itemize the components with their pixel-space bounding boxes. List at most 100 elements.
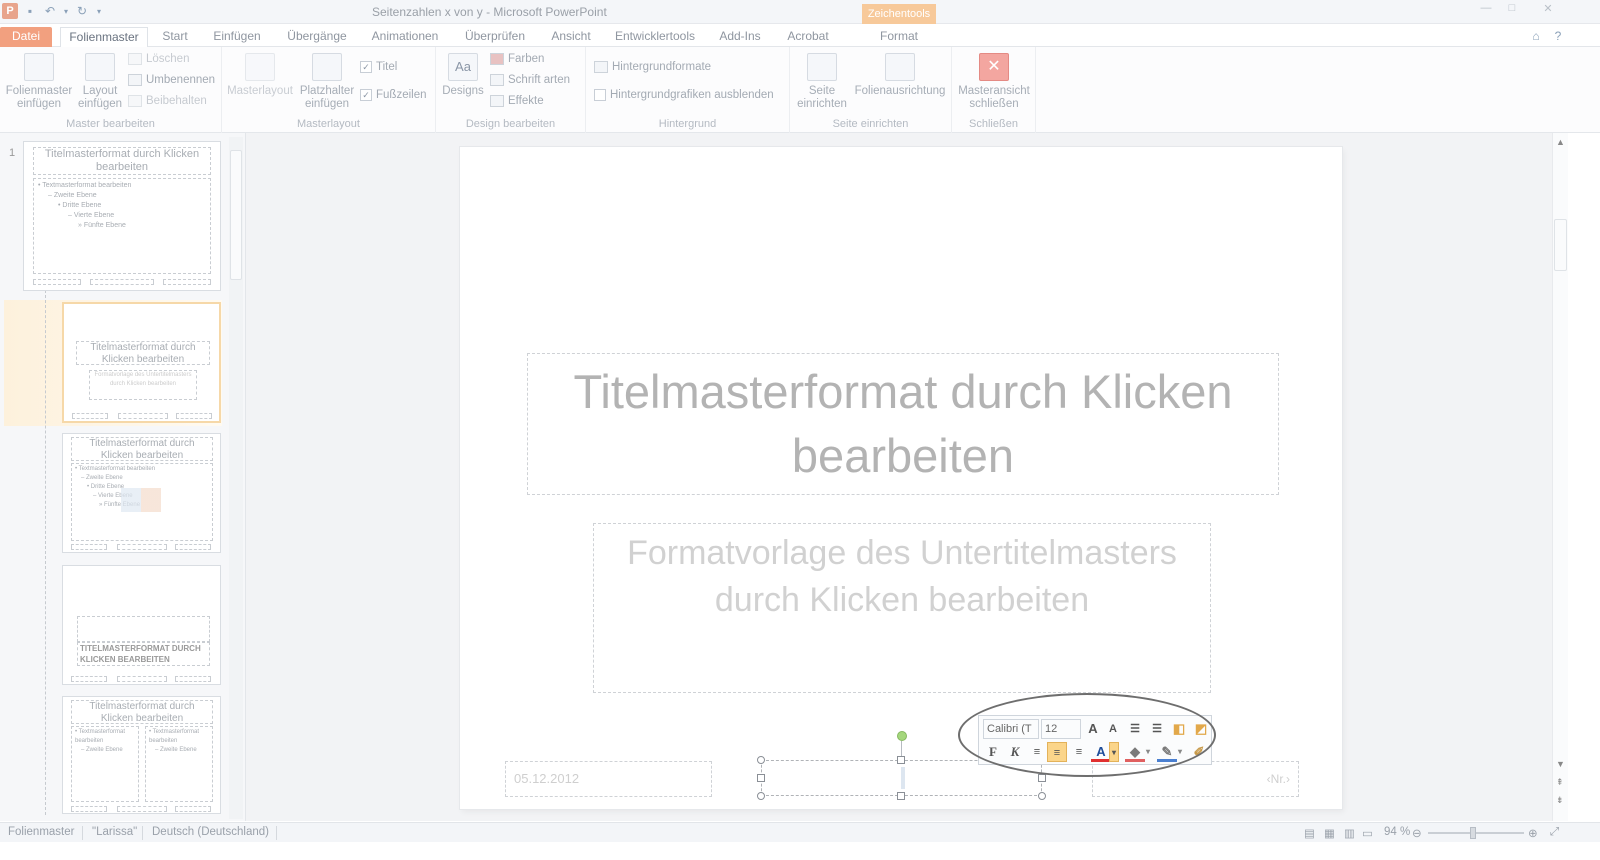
group-label: Design bearbeiten bbox=[465, 118, 556, 130]
thumbnail-scrollbar-thumb[interactable] bbox=[230, 150, 242, 280]
tab-entwicklertools[interactable]: Entwicklertools bbox=[608, 27, 702, 47]
redo-icon[interactable]: ↻ bbox=[74, 3, 90, 19]
maximize-icon[interactable]: □ bbox=[1500, 2, 1524, 18]
tab-folienmaster[interactable]: Folienmaster bbox=[60, 27, 148, 47]
body-line: • Textmasterformat bearbeiten bbox=[75, 729, 126, 744]
slide-scrollbar-thumb[interactable] bbox=[1554, 219, 1567, 271]
tab-acrobat[interactable]: Acrobat bbox=[778, 27, 838, 47]
titel-checkbox[interactable]: ✓ Titel bbox=[360, 61, 397, 73]
layout-einfuegen-button[interactable]: Layout einfügen bbox=[76, 53, 124, 111]
thumbnail-section-header-layout[interactable]: TITELMASTERFORMAT DURCH KLICKEN BEARBEIT… bbox=[62, 565, 221, 685]
group-label: Master bearbeiten bbox=[66, 118, 155, 130]
thumb-footer bbox=[71, 544, 107, 550]
designs-button[interactable]: Aa Designs bbox=[442, 53, 484, 98]
loeschen-button[interactable]: Löschen bbox=[128, 53, 189, 65]
tab-ansicht[interactable]: Ansicht bbox=[544, 27, 598, 47]
undo-dropdown-icon[interactable]: ▾ bbox=[62, 3, 70, 19]
slide-sorter-icon[interactable]: ▦ bbox=[1324, 826, 1335, 840]
layout-icon bbox=[85, 53, 115, 81]
fonts-icon bbox=[490, 74, 504, 86]
ribbon-tabs: Datei Folienmaster Start Einfügen Übergä… bbox=[0, 24, 1600, 47]
label: Fußzeilen bbox=[376, 89, 427, 101]
thumbnail-slide-master[interactable]: Titelmasterformat durch Klicken bearbeit… bbox=[23, 141, 221, 291]
schriftarten-button[interactable]: Schrift arten bbox=[490, 74, 570, 86]
platzhalter-einfuegen-button[interactable]: Platzhalter einfügen bbox=[296, 53, 358, 111]
minimize-ribbon-icon[interactable]: ⌂ bbox=[1528, 28, 1544, 44]
label: Hintergrundformate bbox=[612, 61, 712, 73]
date-placeholder[interactable]: 05.12.2012 bbox=[505, 761, 712, 797]
resize-handle-left[interactable] bbox=[757, 774, 765, 782]
tab-add-ins[interactable]: Add-Ins bbox=[712, 27, 768, 47]
resize-handle-bottom-right[interactable] bbox=[1038, 792, 1046, 800]
tab-einfuegen[interactable]: Einfügen bbox=[206, 27, 268, 47]
zoom-slider[interactable] bbox=[1428, 832, 1524, 834]
seite-einrichten-button[interactable]: Seite einrichten bbox=[794, 53, 850, 111]
body-line: – Zweite Ebene bbox=[81, 747, 123, 753]
undo-icon[interactable]: ↶ bbox=[42, 3, 58, 19]
resize-handle-bottom-left[interactable] bbox=[757, 792, 765, 800]
group-label: Seite einrichten bbox=[832, 118, 909, 130]
fusszeilen-checkbox[interactable]: ✓ Fußzeilen bbox=[360, 89, 427, 101]
body-line: – Zweite Ebene bbox=[48, 192, 97, 199]
thumb-footer bbox=[175, 806, 211, 812]
tab-uebergaenge[interactable]: Übergänge bbox=[280, 27, 354, 47]
fit-to-window-icon[interactable]: ⤢ bbox=[1550, 826, 1559, 839]
scroll-down-icon[interactable]: ▼ bbox=[1556, 759, 1565, 769]
folienmaster-einfuegen-button[interactable]: Folienmaster einfügen bbox=[4, 53, 74, 111]
status-language[interactable]: Deutsch (Deutschland) bbox=[152, 826, 269, 838]
resize-handle-top-left[interactable] bbox=[757, 756, 765, 764]
thumbnail-title-content-layout[interactable]: Titelmasterformat durch Klicken bearbeit… bbox=[62, 433, 221, 553]
resize-handle-right[interactable] bbox=[1038, 774, 1046, 782]
farben-button[interactable]: Farben bbox=[490, 53, 544, 65]
tab-animationen[interactable]: Animationen bbox=[364, 27, 446, 47]
powerpoint-logo-icon[interactable]: P bbox=[2, 3, 18, 19]
previous-slide-icon[interactable]: ⇞ bbox=[1556, 777, 1564, 788]
beibehalten-button[interactable]: Beibehalten bbox=[128, 95, 207, 107]
close-icon[interactable]: ✕ bbox=[1530, 2, 1566, 18]
hintergrundformate-button[interactable]: Hintergrundformate bbox=[594, 61, 711, 73]
customize-qat-icon[interactable]: ▾ bbox=[94, 3, 104, 19]
minimize-icon[interactable]: — bbox=[1474, 2, 1498, 18]
tab-ueberpruefen[interactable]: Überprüfen bbox=[456, 27, 534, 47]
zoom-out-icon[interactable]: ⊖ bbox=[1412, 826, 1422, 840]
save-icon[interactable]: ▪ bbox=[22, 3, 38, 19]
page-setup-icon bbox=[807, 53, 837, 81]
next-slide-icon[interactable]: ⇟ bbox=[1556, 795, 1564, 806]
thumb-footer bbox=[117, 806, 167, 812]
ribbon: Folienmaster einfügen Layout einfügen Lö… bbox=[0, 47, 1600, 133]
check-icon: ✓ bbox=[360, 61, 372, 73]
scroll-up-icon[interactable]: ▲ bbox=[1556, 137, 1565, 147]
subtitle-placeholder[interactable]: Formatvorlage des Untertitelmasters durc… bbox=[593, 523, 1211, 693]
resize-handle-top[interactable] bbox=[897, 756, 905, 764]
tab-format[interactable]: Format bbox=[860, 27, 938, 47]
rotation-handle[interactable] bbox=[897, 731, 907, 741]
help-icon[interactable]: ? bbox=[1550, 28, 1566, 44]
checkbox-icon bbox=[594, 89, 606, 101]
normal-view-icon[interactable]: ▤ bbox=[1304, 826, 1315, 840]
tab-start[interactable]: Start bbox=[152, 27, 198, 47]
umbenennen-button[interactable]: Umbenennen bbox=[128, 74, 215, 86]
effekte-button[interactable]: Effekte bbox=[490, 95, 544, 107]
slideshow-icon[interactable]: ▭ bbox=[1362, 826, 1373, 840]
zoom-level[interactable]: 94 % bbox=[1384, 826, 1410, 838]
annotation-ellipse bbox=[958, 693, 1216, 777]
tab-datei[interactable]: Datei bbox=[0, 27, 52, 47]
label: Titel bbox=[376, 61, 398, 73]
thumbnail-title-layout[interactable]: Titelmasterformat durch Klicken bearbeit… bbox=[62, 302, 221, 423]
hintergrundgrafiken-checkbox[interactable]: Hintergrundgrafiken ausblenden bbox=[594, 89, 774, 101]
body-line: • Textmasterformat bearbeiten bbox=[38, 182, 132, 189]
title-placeholder[interactable]: Titelmasterformat durch Klicken bearbeit… bbox=[527, 353, 1279, 495]
thumbnail-two-content-layout[interactable]: Titelmasterformat durch Klicken bearbeit… bbox=[62, 696, 221, 814]
reading-view-icon[interactable]: ▥ bbox=[1344, 826, 1355, 840]
zoom-in-icon[interactable]: ⊕ bbox=[1528, 826, 1538, 840]
masterlayout-button[interactable]: Masterlayout bbox=[226, 53, 294, 98]
masteransicht-schliessen-button[interactable]: ✕ Masteransicht schließen bbox=[956, 53, 1032, 111]
group-label: Masterlayout bbox=[297, 118, 360, 130]
zoom-slider-knob[interactable] bbox=[1470, 827, 1476, 839]
slide-vertical-scrollbar[interactable]: ▲ ▼ ⇞ ⇟ bbox=[1552, 133, 1568, 821]
group-label: Schließen bbox=[969, 118, 1018, 130]
resize-handle-bottom[interactable] bbox=[897, 792, 905, 800]
folienausrichtung-button[interactable]: Folienausrichtung bbox=[852, 53, 948, 98]
label: einrichten bbox=[797, 98, 847, 110]
thumb-footer bbox=[117, 676, 167, 682]
